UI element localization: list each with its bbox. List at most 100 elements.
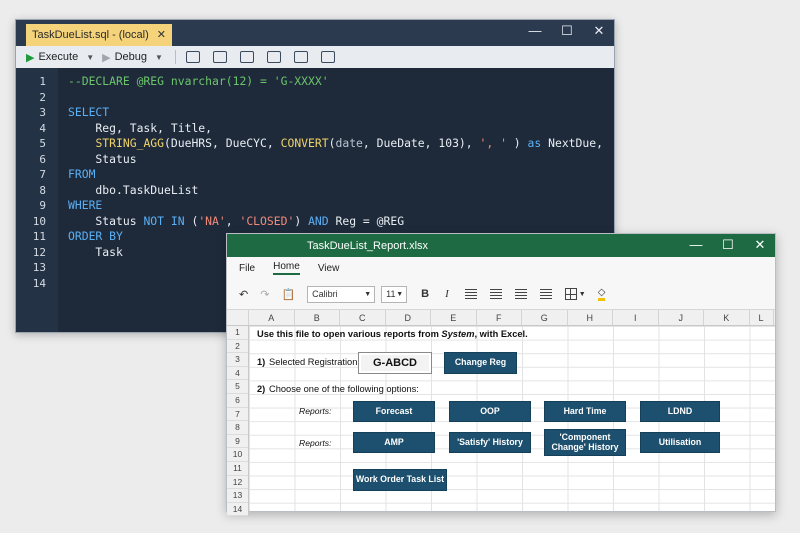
code-line: SELECT xyxy=(68,105,603,121)
chevron-down-icon: ▼ xyxy=(396,290,404,298)
intro-text-system: System xyxy=(441,329,475,339)
code-token: SELECT xyxy=(68,105,110,119)
row-header[interactable]: 10 xyxy=(227,448,248,462)
undo-icon[interactable]: ↶ xyxy=(239,288,248,301)
minimize-icon[interactable]: — xyxy=(689,237,703,253)
column-header[interactable]: G xyxy=(522,310,568,325)
row-header[interactable]: 12 xyxy=(227,476,248,490)
forecast-button[interactable]: Forecast xyxy=(353,401,435,422)
code-token: ) xyxy=(294,213,309,228)
column-header[interactable]: B xyxy=(295,310,340,325)
worksheet[interactable]: ABCDEFGHIJKL 1 2 3 4 5 6 7 8 9 10 11 12 13 14 Use thi… xyxy=(227,310,775,517)
justify-icon[interactable] xyxy=(539,289,552,299)
align-right-icon[interactable] xyxy=(514,289,527,299)
code-token: AND xyxy=(308,213,329,228)
column-header[interactable]: E xyxy=(431,310,477,325)
step-2-label: Choose one of the following options: xyxy=(269,384,419,394)
code-token: NOT IN xyxy=(143,213,185,228)
parse-icon[interactable] xyxy=(185,51,200,63)
paste-icon[interactable]: 📋 xyxy=(281,288,295,301)
column-header[interactable]: D xyxy=(386,310,431,325)
work-order-task-list-button[interactable]: Work Order Task List xyxy=(353,469,447,491)
maximize-icon[interactable]: ☐ xyxy=(560,23,574,39)
component-change-history-button[interactable]: 'Component Change' History xyxy=(544,429,626,456)
column-header[interactable]: L xyxy=(750,310,774,325)
row-header[interactable]: 4 xyxy=(227,367,248,381)
line-number: 9 xyxy=(39,199,46,212)
play-icon: ▶ xyxy=(102,51,111,64)
code-token: date xyxy=(335,136,363,150)
row-header[interactable]: 3 xyxy=(227,353,248,367)
change-reg-button[interactable]: Change Reg xyxy=(444,352,517,374)
display-plan-icon[interactable] xyxy=(212,51,227,63)
amp-button[interactable]: AMP xyxy=(353,432,435,453)
chevron-down-icon[interactable]: ▼ xyxy=(155,53,163,62)
row-header[interactable]: 5 xyxy=(227,380,248,394)
results-grid-icon[interactable] xyxy=(320,51,335,63)
align-left-icon[interactable] xyxy=(464,289,477,299)
close-icon[interactable]: ✕ xyxy=(753,237,767,253)
ldnd-button[interactable]: LDND xyxy=(640,401,720,422)
fill-color-icon[interactable]: ◇ xyxy=(597,287,606,301)
redo-icon[interactable]: ↷ xyxy=(260,288,269,301)
query-options-icon[interactable] xyxy=(266,51,281,63)
results-to-icon[interactable] xyxy=(293,51,308,63)
satisfy-history-button[interactable]: 'Satisfy' History xyxy=(449,432,531,453)
code-token: Reg = @REG xyxy=(328,213,405,228)
row-header[interactable]: 1 xyxy=(227,326,248,340)
execute-button[interactable]: ▶ Execute ▼ xyxy=(26,51,94,64)
line-number-gutter: 1 2 3 4 5 6 7 8 9 10 11 12 13 14 xyxy=(16,68,58,332)
align-center-icon[interactable] xyxy=(489,289,502,299)
minimize-icon[interactable]: — xyxy=(528,23,542,39)
row-header[interactable]: 7 xyxy=(227,408,248,422)
column-header[interactable]: H xyxy=(568,310,613,325)
column-header[interactable]: I xyxy=(613,310,659,325)
intro-text: Use this file to open various reports fr… xyxy=(257,329,528,339)
line-number: 8 xyxy=(39,183,46,197)
debug-button[interactable]: ▶ Debug ▼ xyxy=(102,51,163,64)
tab-view[interactable]: View xyxy=(318,263,340,274)
italic-button[interactable]: I xyxy=(445,288,449,300)
borders-icon[interactable] xyxy=(564,288,577,300)
close-icon[interactable]: ✕ xyxy=(592,23,606,39)
select-all-corner[interactable] xyxy=(227,310,249,325)
line-number: 7 xyxy=(39,168,46,181)
column-header[interactable]: K xyxy=(704,310,750,325)
row-header[interactable]: 13 xyxy=(227,489,248,503)
chevron-down-icon[interactable]: ▼ xyxy=(579,291,586,298)
font-size-select[interactable]: 11 ▼ xyxy=(381,285,408,303)
excel-window: TaskDueList_Report.xlsx — ☐ ✕ File Home … xyxy=(226,233,776,517)
utilisation-button[interactable]: Utilisation xyxy=(640,432,720,453)
code-token: ', ' xyxy=(479,136,507,150)
bold-button[interactable]: B xyxy=(421,288,429,300)
tab-home[interactable]: Home xyxy=(273,261,300,275)
hard-time-button[interactable]: Hard Time xyxy=(544,401,626,422)
line-number: 11 xyxy=(32,230,46,243)
row-header[interactable]: 11 xyxy=(227,462,248,476)
row-header[interactable]: 9 xyxy=(227,435,248,449)
query-tab[interactable]: TaskDueList.sql - (local) ✕ xyxy=(26,24,172,46)
tab-file[interactable]: File xyxy=(239,263,255,274)
column-header[interactable]: J xyxy=(659,310,704,325)
row-header[interactable]: 8 xyxy=(227,421,248,435)
font-select[interactable]: Calibri ▼ xyxy=(307,285,376,303)
row-header[interactable]: 6 xyxy=(227,394,248,408)
sql-editor-titlebar: TaskDueList.sql - (local) ✕ — ☐ ✕ xyxy=(16,20,614,46)
column-header[interactable]: C xyxy=(340,310,386,325)
code-token: Reg, Task, Title, xyxy=(68,120,213,135)
row-header[interactable]: 14 xyxy=(227,503,248,517)
code-token: 'CLOSED' xyxy=(239,213,295,228)
column-header[interactable]: A xyxy=(249,310,295,325)
intro-text-post: , with Excel. xyxy=(474,329,528,339)
chevron-down-icon[interactable]: ▼ xyxy=(86,53,94,62)
code-token: ) xyxy=(506,136,528,150)
maximize-icon[interactable]: ☐ xyxy=(721,237,735,253)
ribbon-toolbar: ↶ ↷ 📋 Calibri ▼ 11 ▼ B I ▼ ◇ xyxy=(227,279,775,310)
row-header[interactable]: 2 xyxy=(227,340,248,354)
oop-button[interactable]: OOP xyxy=(449,401,531,422)
open-file-icon[interactable] xyxy=(239,51,254,63)
code-line: dbo.TaskDueList xyxy=(68,183,603,199)
close-tab-icon[interactable]: ✕ xyxy=(157,24,166,46)
intro-text-pre: Use this file to open various reports fr… xyxy=(257,329,442,339)
column-header[interactable]: F xyxy=(477,310,522,325)
